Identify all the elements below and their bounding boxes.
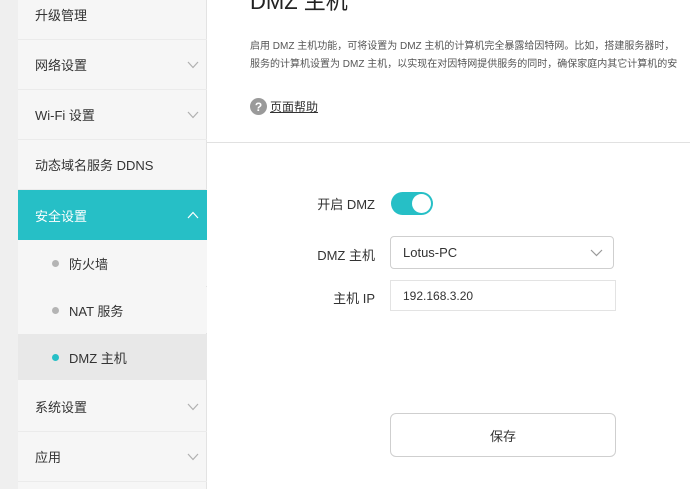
question-circle-icon: ? bbox=[250, 98, 267, 115]
host-ip-input[interactable] bbox=[390, 280, 616, 311]
page-help-link[interactable]: ? 页面帮助 bbox=[250, 98, 318, 115]
bullet-dot bbox=[52, 306, 59, 314]
description-line: 启用 DMZ 主机功能，可将设置为 DMZ 主机的计算机完全暴露给因特网。比如，… bbox=[250, 41, 675, 52]
sidebar-item-system[interactable]: 系统设置 bbox=[18, 382, 207, 432]
sidebar-subitem-label: NAT 服务 bbox=[69, 303, 124, 319]
divider bbox=[207, 142, 690, 143]
sidebar-item-upgrade[interactable]: 升级管理 bbox=[18, 0, 207, 40]
sidebar-subitem-label: DMZ 主机 bbox=[69, 350, 127, 366]
sidebar-subitem-nat[interactable]: NAT 服务 bbox=[18, 287, 207, 333]
chevron-down-icon bbox=[590, 249, 603, 257]
dmz-host-label: DMZ 主机 bbox=[317, 248, 375, 263]
page-description: 启用 DMZ 主机功能，可将设置为 DMZ 主机的计算机完全暴露给因特网。比如，… bbox=[250, 38, 690, 74]
sidebar-item-label: 动态域名服务 DDNS bbox=[35, 158, 154, 173]
chevron-down-icon bbox=[187, 111, 199, 118]
chevron-down-icon bbox=[187, 403, 199, 410]
sidebar-item-label: 安全设置 bbox=[35, 208, 88, 224]
sidebar-item-label: 网络设置 bbox=[35, 58, 88, 73]
help-text: 页面帮助 bbox=[270, 100, 319, 114]
sidebar-item-network[interactable]: 网络设置 bbox=[18, 40, 207, 90]
sidebar-item-security[interactable]: 安全设置 bbox=[18, 190, 207, 240]
chevron-down-icon bbox=[187, 61, 199, 68]
main-content: DMZ 主机 启用 DMZ 主机功能，可将设置为 DMZ 主机的计算机完全暴露给… bbox=[207, 0, 690, 489]
sidebar-subitem-label: 防火墙 bbox=[69, 256, 109, 272]
sidebar-subitem-dmz[interactable]: DMZ 主机 bbox=[18, 334, 207, 380]
description-line: 服务的计算机设置为 DMZ 主机，以实现在对因特网提供服务的同时，确保家庭内其它… bbox=[250, 59, 678, 70]
bullet-dot bbox=[52, 353, 59, 361]
host-ip-label: 主机 IP bbox=[333, 291, 375, 306]
sidebar-item-label: 应用 bbox=[35, 450, 62, 465]
sidebar-item-label: 升级管理 bbox=[35, 8, 88, 23]
chevron-up-icon bbox=[187, 211, 199, 219]
sidebar-subitem-firewall[interactable]: 防火墙 bbox=[18, 240, 207, 286]
sidebar-item-ddns[interactable]: 动态域名服务 DDNS bbox=[18, 140, 207, 190]
toggle-knob bbox=[412, 194, 431, 213]
enable-dmz-label: 开启 DMZ bbox=[317, 197, 375, 212]
save-button[interactable]: 保存 bbox=[390, 413, 616, 457]
enable-dmz-toggle[interactable] bbox=[391, 192, 433, 215]
dmz-host-value: Lotus-PC bbox=[403, 245, 458, 260]
sidebar-item-wifi[interactable]: Wi-Fi 设置 bbox=[18, 90, 207, 140]
sidebar-item-label: 系统设置 bbox=[35, 400, 88, 415]
dmz-host-select[interactable]: Lotus-PC bbox=[390, 236, 614, 269]
bullet-dot bbox=[52, 259, 59, 267]
sidebar: 升级管理 网络设置 Wi-Fi 设置 动态域名服务 DDNS 安全设置 防火墙 … bbox=[18, 0, 207, 489]
sidebar-item-apps[interactable]: 应用 bbox=[18, 432, 207, 482]
left-gutter bbox=[0, 0, 18, 489]
chevron-down-icon bbox=[187, 453, 199, 460]
sidebar-item-label: Wi-Fi 设置 bbox=[35, 108, 95, 123]
page-title: DMZ 主机 bbox=[250, 0, 348, 14]
